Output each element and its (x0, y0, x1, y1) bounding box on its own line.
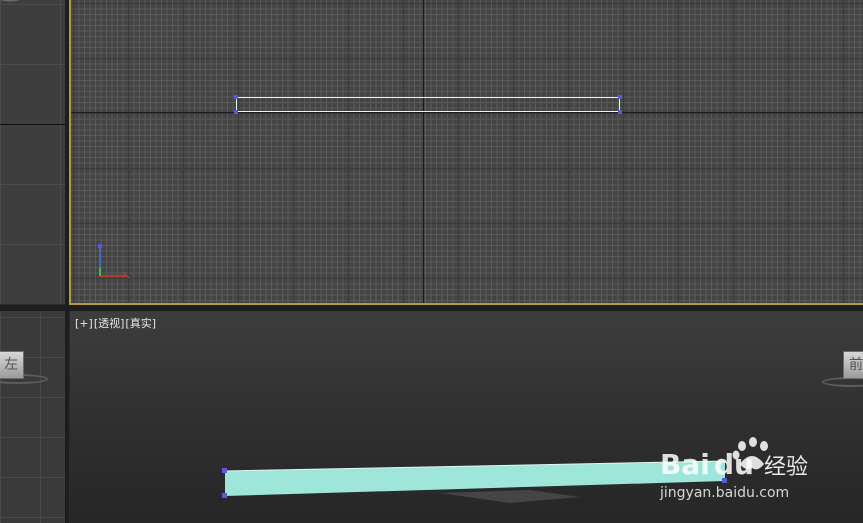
vertex-handle[interactable] (234, 110, 238, 114)
svg-text:经验: 经验 (764, 455, 808, 480)
watermark-url: jingyan.baidu.com (660, 485, 790, 501)
world-axis-x (71, 112, 863, 113)
world-axis-line (0, 124, 65, 125)
viewcube-left-face[interactable]: 左 (0, 351, 24, 379)
viewport-splitter-vertical[interactable] (65, 0, 69, 523)
baidu-watermark-logo: Bai du 经验 (660, 437, 808, 481)
viewcube-ring-icon (0, 0, 20, 2)
axis-tripod-icon (98, 244, 130, 279)
world-axis-y (423, 0, 424, 303)
svg-text:du: du (714, 448, 754, 481)
vertex-handle[interactable] (234, 95, 238, 99)
selected-rectangle-shape[interactable] (236, 97, 620, 112)
vertex-handle[interactable] (618, 110, 622, 114)
top-viewport[interactable] (69, 0, 863, 305)
left-viewport-lower[interactable]: 左 (0, 311, 65, 523)
svg-text:Bai: Bai (660, 448, 710, 481)
left-viewport-upper[interactable] (0, 0, 65, 304)
vertex-handle[interactable] (618, 95, 622, 99)
